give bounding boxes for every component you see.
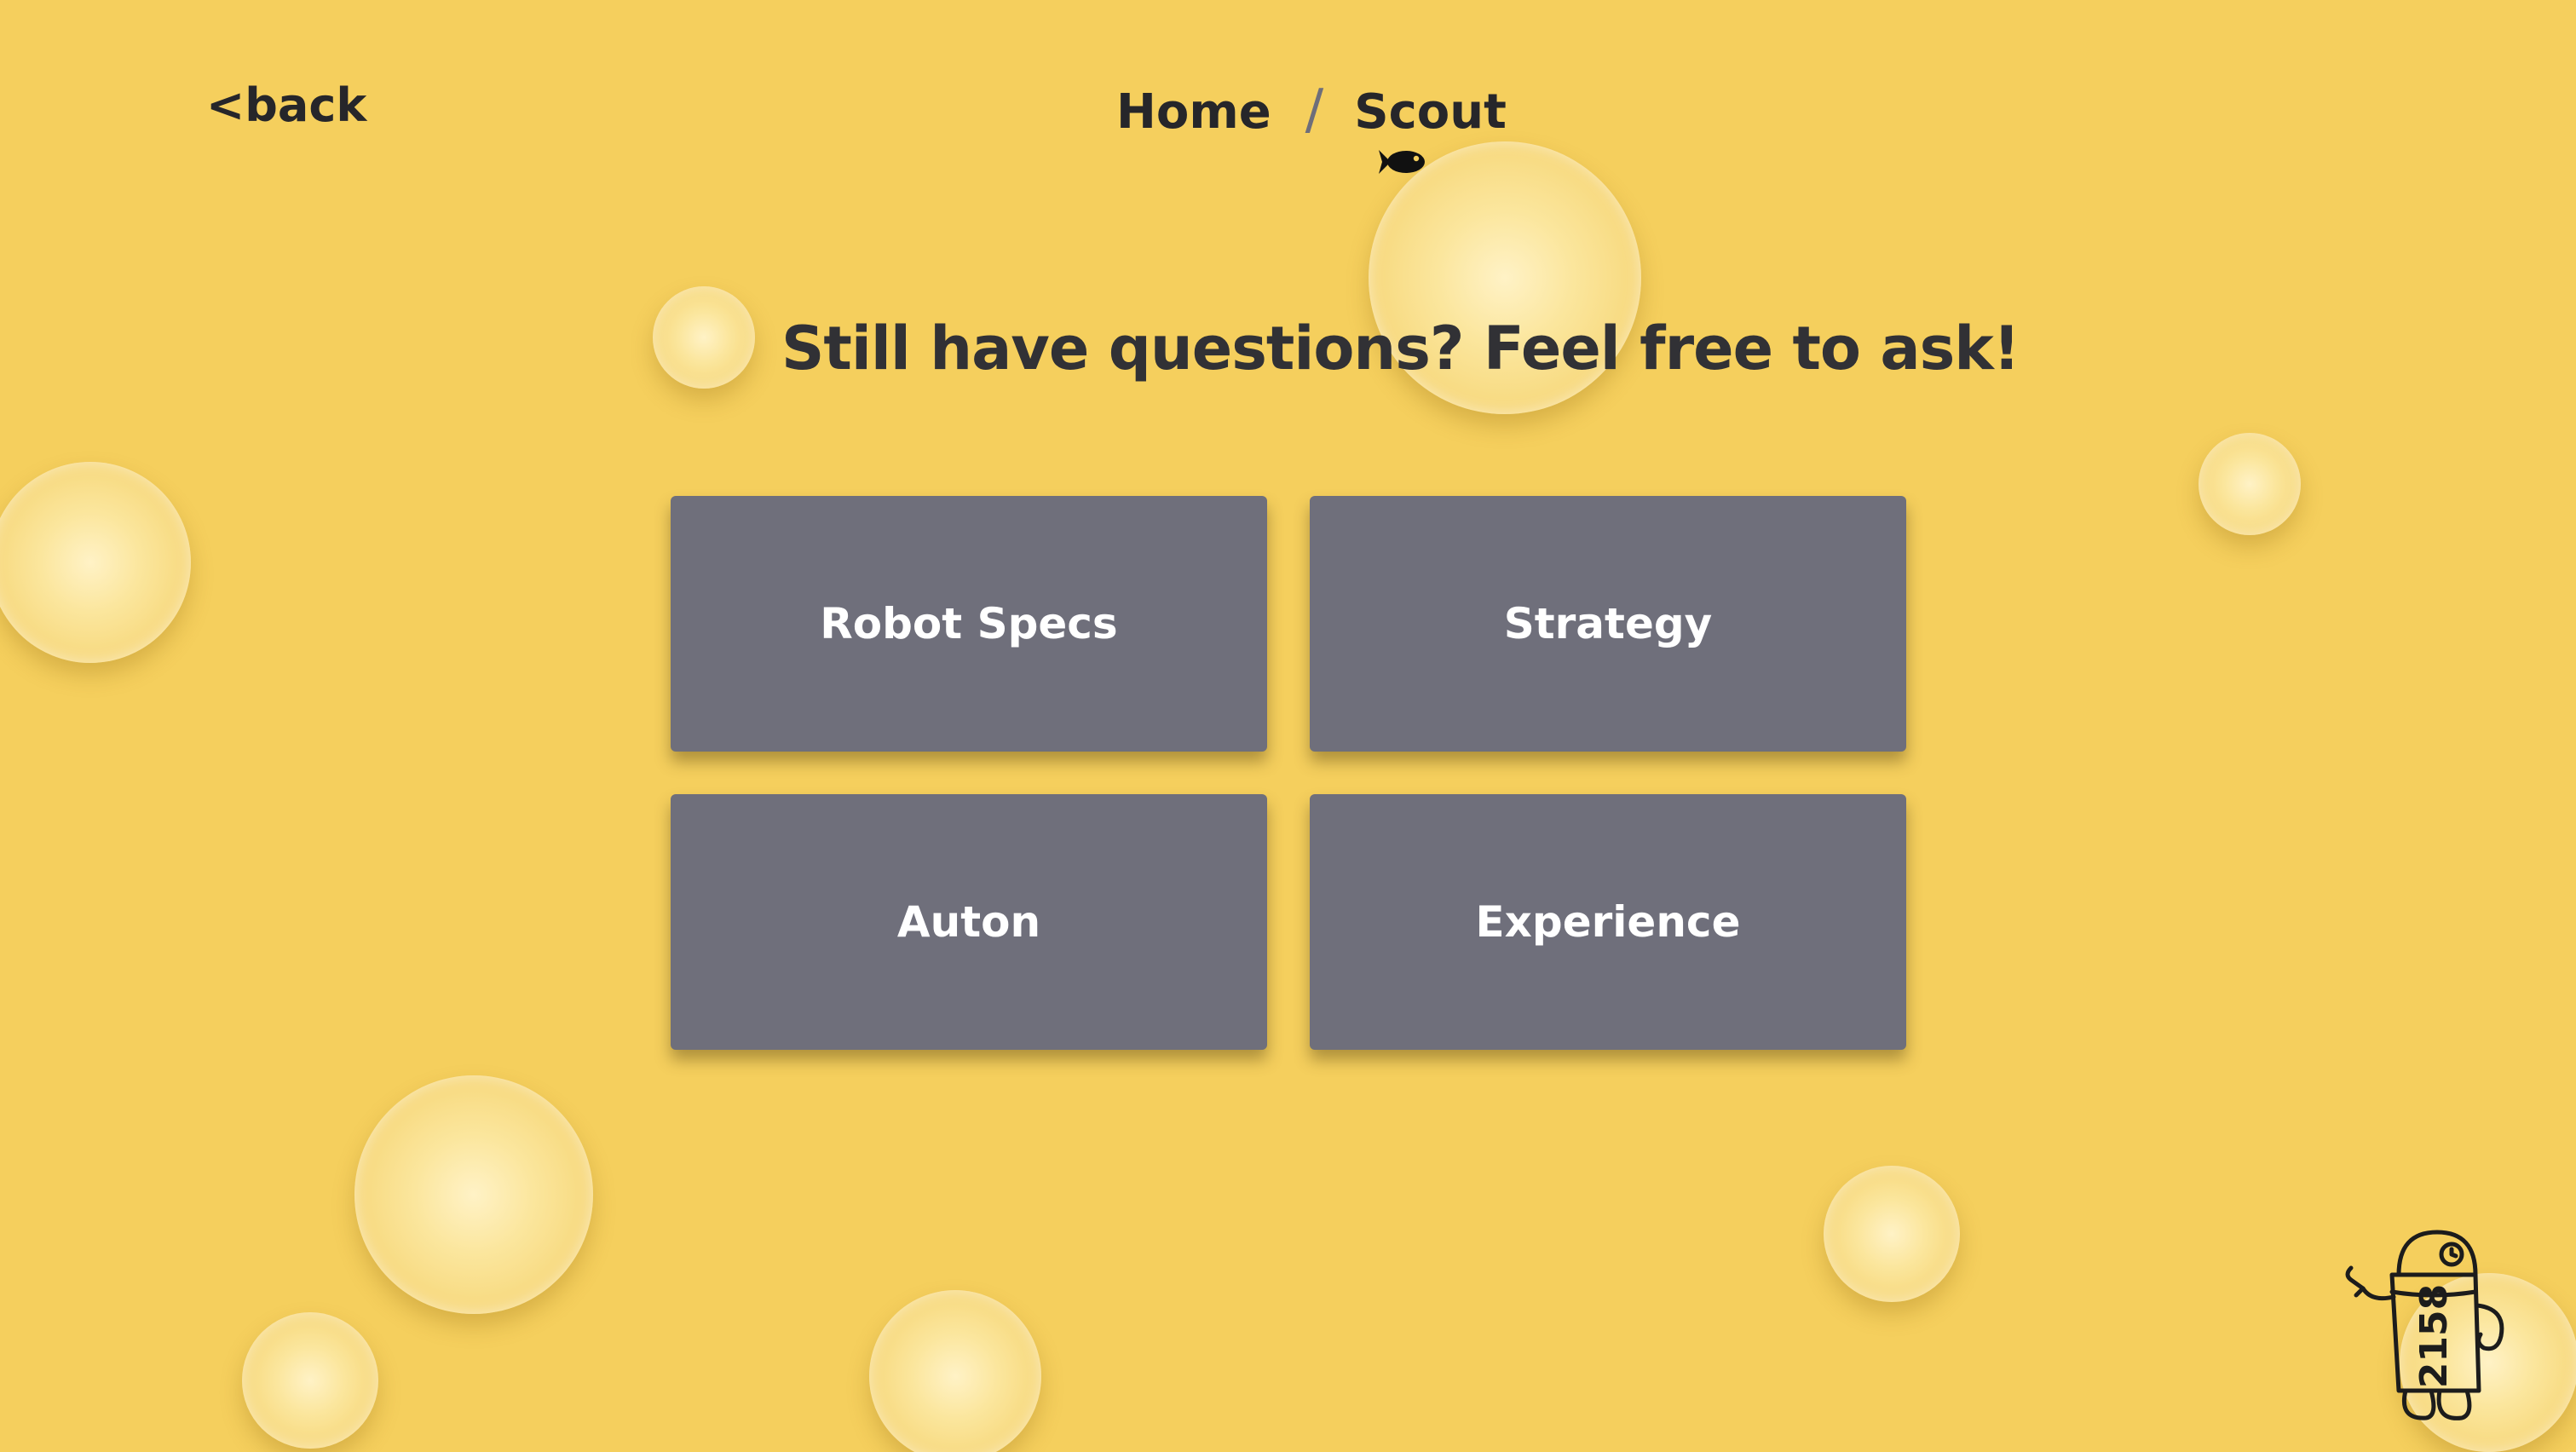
bubble (354, 1075, 593, 1314)
breadcrumb: Home / Scout (1116, 78, 1507, 141)
strategy-button[interactable]: Strategy (1310, 496, 1906, 752)
page: <back Home / Scout Still have questions?… (0, 0, 2576, 1452)
back-link[interactable]: <back (206, 78, 366, 132)
robot-specs-button[interactable]: Robot Specs (671, 496, 1267, 752)
auton-button[interactable]: Auton (671, 794, 1267, 1050)
bubble (2199, 433, 2301, 535)
bubble (653, 286, 755, 389)
breadcrumb-scout[interactable]: Scout (1354, 84, 1507, 140)
bubble (869, 1290, 1041, 1452)
fish-icon (1379, 150, 1425, 174)
robot-mascot-icon: 2158 (2345, 1230, 2504, 1420)
experience-button[interactable]: Experience (1310, 794, 1906, 1050)
mascot-number: 2158 (2412, 1284, 2456, 1388)
breadcrumb-separator: / (1305, 78, 1324, 141)
breadcrumb-home[interactable]: Home (1116, 84, 1271, 140)
bubble (242, 1312, 378, 1449)
bubble (1824, 1166, 1960, 1302)
strategy-label: Strategy (1503, 599, 1713, 648)
robot-specs-label: Robot Specs (820, 599, 1118, 648)
auton-label: Auton (896, 897, 1041, 947)
experience-label: Experience (1475, 897, 1741, 947)
page-heading: Still have questions? Feel free to ask! (781, 314, 2020, 383)
bubble (0, 462, 191, 663)
